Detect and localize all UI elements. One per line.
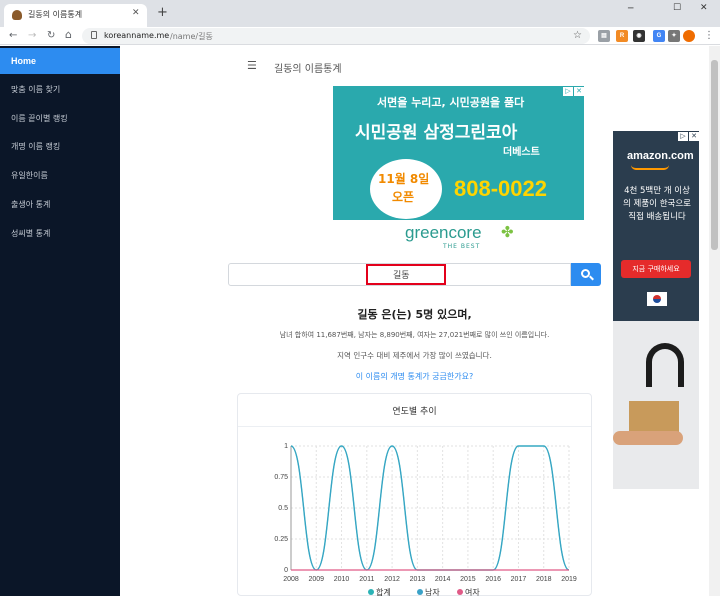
extension-dark-icon[interactable]: ◉ <box>633 30 645 42</box>
ad-top-line1: 서면을 누리고, 시민공원을 품다 <box>377 96 525 109</box>
top-advertisement[interactable]: ▷ ✕ 서면을 누리고, 시민공원을 품다 시민공원 삼정그린코아 더베스트 1… <box>333 86 584 254</box>
ad-right-text: 4천 5백만 개 이상의 제품이 한국으로 직접 배송됩니다 <box>623 186 691 222</box>
sidebar-item-rename-rank[interactable]: 개명 이름 랭킹 <box>0 134 120 160</box>
x-tick-label: 2009 <box>308 576 324 583</box>
reload-icon[interactable]: ↻ <box>47 31 55 41</box>
ad-top-line3: 더베스트 <box>503 147 540 158</box>
translate-icon[interactable]: G <box>653 30 665 42</box>
home-icon[interactable]: ⌂ <box>65 29 72 40</box>
highlight-box <box>366 264 446 285</box>
maximize-button[interactable]: ☐ <box>673 3 681 13</box>
browser-tab[interactable]: 길동의 이름통계 ✕ <box>4 4 147 27</box>
sidebar-item-home[interactable]: Home <box>0 48 120 74</box>
y-tick-label: 0.5 <box>278 505 288 512</box>
profile-avatar[interactable] <box>683 30 695 42</box>
legend-label-2: 여자 <box>465 587 480 596</box>
ad-date-line2: 오픈 <box>392 190 415 204</box>
new-tab-button[interactable]: + <box>157 6 168 19</box>
y-tick-label: 0.25 <box>274 536 288 543</box>
rename-stats-link[interactable]: 이 이름의 개명 통계가 궁금한가요? <box>228 371 601 382</box>
result-region-text: 지역 인구수 대비 제주에서 가장 많이 쓰였습니다. <box>337 351 492 360</box>
sidebar-item-surname[interactable]: 성씨별 통계 <box>0 221 120 247</box>
tab-close-icon[interactable]: ✕ <box>132 8 140 18</box>
leaf-icon: ✤ <box>501 223 514 241</box>
card-header: 연도별 추이 <box>238 394 591 427</box>
ad-close-icon[interactable]: ✕ <box>574 87 584 96</box>
hand-icon <box>613 431 683 445</box>
url-path: /name/길동 <box>170 32 213 41</box>
y-tick-label: 0.75 <box>274 474 288 481</box>
extension-gray-icon[interactable]: ▤ <box>598 30 610 42</box>
x-tick-label: 2018 <box>536 576 552 583</box>
back-icon[interactable]: ← <box>9 31 17 41</box>
x-tick-label: 2019 <box>561 576 577 583</box>
ad-top-line2: 시민공원 삼정그린코아 <box>355 123 518 143</box>
x-tick-label: 2014 <box>435 576 451 583</box>
x-tick-label: 2015 <box>460 576 476 583</box>
legend-label-0: 합계 <box>376 587 391 596</box>
sidebar-item-custom-name[interactable]: 맞춤 이름 찾기 <box>0 77 120 103</box>
x-tick-label: 2012 <box>384 576 400 583</box>
url-host: koreanname.me <box>104 31 170 40</box>
favicon-icon <box>12 10 22 20</box>
ad-date-line1: 11월 8일 <box>378 172 430 186</box>
legend-marker-2 <box>457 589 463 595</box>
search-button[interactable] <box>571 263 601 286</box>
address-bar[interactable]: koreanname.me /name/길동 ☆ <box>82 28 590 44</box>
result-headline: 길동 은(는) 5명 있으며, <box>357 308 472 321</box>
lock-icon <box>91 31 97 39</box>
amazon-smile-icon <box>631 165 669 170</box>
card-title: 연도별 추이 <box>392 407 437 417</box>
extension-orange-icon[interactable]: R <box>616 30 628 42</box>
korea-flag-icon <box>647 292 667 306</box>
puzzle-icon[interactable]: ✦ <box>668 30 680 42</box>
x-tick-label: 2017 <box>511 576 527 583</box>
x-tick-label: 2008 <box>283 576 299 583</box>
y-tick-label: 0 <box>284 567 288 574</box>
y-tick-label: 1 <box>284 443 288 450</box>
legend-marker-1 <box>417 589 423 595</box>
close-window-button[interactable]: ✕ <box>700 3 708 13</box>
x-tick-label: 2011 <box>359 576 374 583</box>
headphones-icon <box>646 343 684 387</box>
forward-icon[interactable]: → <box>28 31 36 41</box>
ad-brand-sub: THE BEST <box>443 243 481 250</box>
ad-right-info-icon[interactable]: ▷ <box>678 132 688 141</box>
ad-right-cta[interactable]: 지금 구매하세요 <box>621 260 691 278</box>
x-tick-label: 2013 <box>410 576 426 583</box>
ad-phone: 808-0022 <box>454 176 547 201</box>
scrollbar-thumb[interactable] <box>711 60 718 250</box>
ad-right-close-icon[interactable]: ✕ <box>689 132 699 141</box>
ad-brand: greencore <box>405 223 482 242</box>
legend-label-1: 남자 <box>425 588 440 596</box>
yearly-trend-chart: 0 0.25 0.5 0.75 1 2008 2009 2010 2011 2012 2013 201… <box>274 443 577 596</box>
sidebar-item-births[interactable]: 출생아 통계 <box>0 192 120 218</box>
sidebar-item-unique-name[interactable]: 유일한이름 <box>0 163 120 189</box>
tab-title: 길동의 이름통계 <box>28 10 83 19</box>
legend-marker-0 <box>368 589 374 595</box>
bookmark-star-icon[interactable]: ☆ <box>573 30 582 41</box>
x-tick-label: 2016 <box>485 576 501 583</box>
minimize-button[interactable]: ─ <box>628 4 633 14</box>
x-tick-label: 2010 <box>334 576 350 583</box>
ad-right-brand: amazon.com <box>627 150 694 162</box>
right-advertisement[interactable]: ▷ ✕ amazon.com 4천 5백만 개 이상의 제품이 한국으로 직접 … <box>613 131 699 489</box>
sidebar-item-ending-rank[interactable]: 이름 끝이별 랭킹 <box>0 106 120 132</box>
menu-kebab-icon[interactable]: ⋮ <box>704 31 714 41</box>
result-ranking-text: 남녀 합하여 11,687번째, 남자는 8,890번째, 여자는 27,021… <box>279 331 550 339</box>
menu-icon[interactable]: ☰ <box>247 59 257 72</box>
page-title: 길동의 이름통계 <box>274 64 342 75</box>
ad-info-icon[interactable]: ▷ <box>563 87 573 96</box>
search-icon-handle <box>589 275 594 281</box>
